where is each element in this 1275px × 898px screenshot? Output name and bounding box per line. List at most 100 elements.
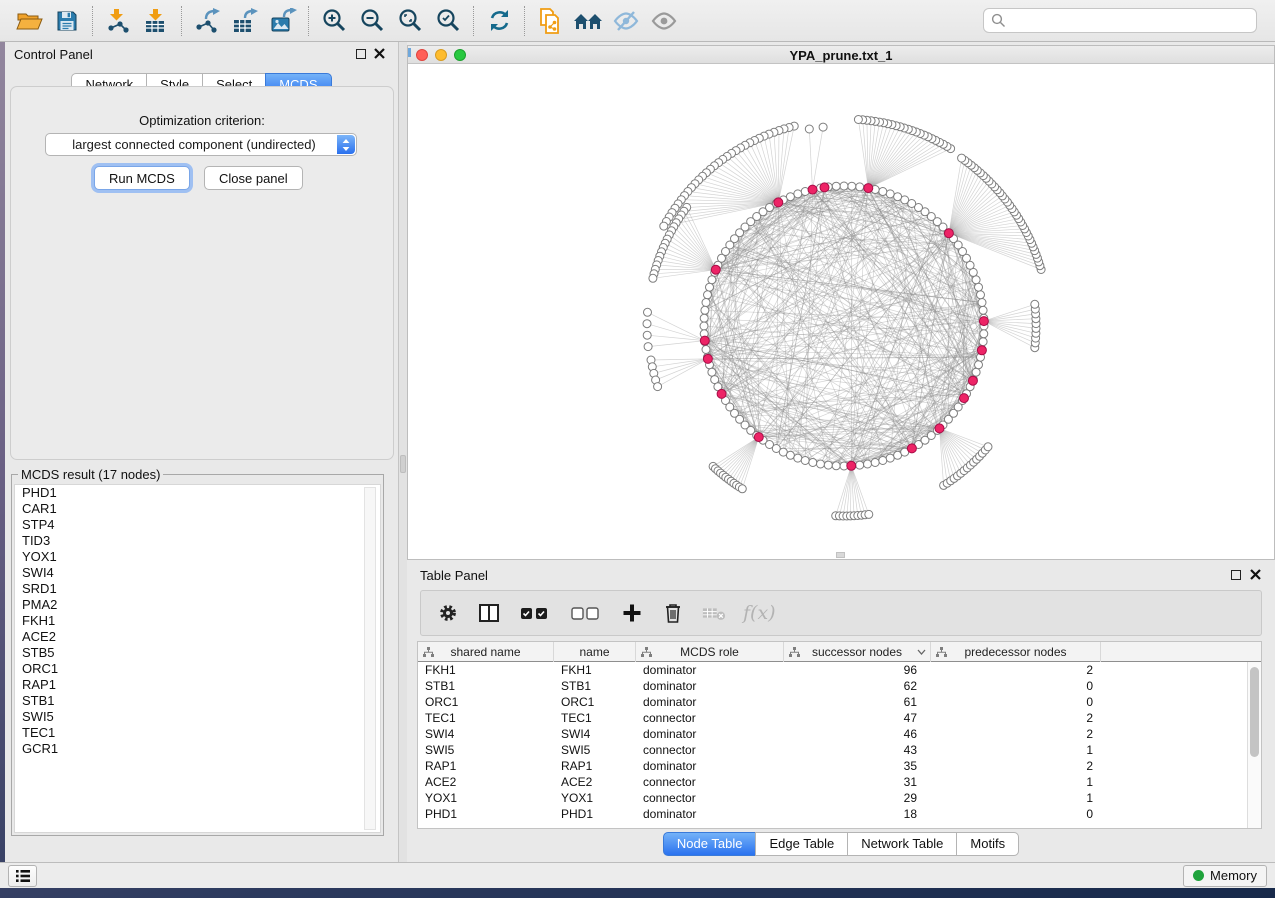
- graph-node[interactable]: [864, 460, 872, 468]
- list-item[interactable]: PHD1: [15, 485, 380, 501]
- cell-mcds-role[interactable]: dominator: [636, 662, 784, 678]
- graph-node[interactable]: [879, 457, 887, 465]
- cell-predecessor-nodes[interactable]: 0: [931, 678, 1101, 694]
- zoom-fit-button[interactable]: [391, 4, 429, 38]
- cell-successor-nodes[interactable]: 61: [784, 694, 931, 710]
- graph-node[interactable]: [654, 383, 662, 391]
- cell-shared-name[interactable]: RAP1: [418, 758, 554, 774]
- table-scrollbar[interactable]: [1247, 662, 1261, 828]
- list-item[interactable]: GCR1: [15, 741, 380, 757]
- network-window-titlebar[interactable]: YPA_prune.txt_1: [408, 46, 1274, 64]
- graph-dominator-node[interactable]: [754, 433, 763, 442]
- table-scrollbar-thumb[interactable]: [1250, 667, 1259, 757]
- graph-node[interactable]: [848, 182, 856, 190]
- graph-node[interactable]: [809, 459, 817, 467]
- graph-node[interactable]: [984, 443, 992, 451]
- graph-dominator-node[interactable]: [935, 424, 944, 433]
- cell-mcds-role[interactable]: connector: [636, 774, 784, 790]
- list-item[interactable]: YOX1: [15, 549, 380, 565]
- mcds-list-scrollbar[interactable]: [364, 487, 376, 830]
- network-graph[interactable]: [408, 64, 1274, 559]
- cell-name[interactable]: RAP1: [554, 758, 636, 774]
- graph-node[interactable]: [978, 299, 986, 307]
- graph-node[interactable]: [819, 123, 827, 131]
- refresh-view-button[interactable]: [480, 4, 518, 38]
- list-item[interactable]: SWI4: [15, 565, 380, 581]
- cell-name[interactable]: ACE2: [554, 774, 636, 790]
- mcds-result-list[interactable]: PHD1CAR1STP4TID3YOX1SWI4SRD1PMA2FKH1ACE2…: [14, 484, 381, 833]
- graph-node[interactable]: [702, 346, 710, 354]
- cell-shared-name[interactable]: SWI4: [418, 726, 554, 742]
- table-row[interactable]: SWI4SWI4dominator462: [418, 726, 1261, 742]
- import-network-button[interactable]: [99, 4, 137, 38]
- table-row[interactable]: SWI5SWI5connector431: [418, 742, 1261, 758]
- graph-dominator-node[interactable]: [907, 444, 916, 453]
- graph-node[interactable]: [977, 291, 985, 299]
- open-file-button[interactable]: [10, 4, 48, 38]
- delete-column-icon[interactable]: [661, 601, 685, 625]
- save-session-button[interactable]: [48, 4, 86, 38]
- graph-node[interactable]: [794, 190, 802, 198]
- graph-node[interactable]: [644, 308, 652, 316]
- close-panel-icon[interactable]: [1249, 568, 1262, 581]
- table-row[interactable]: FKH1FKH1dominator962: [418, 662, 1261, 678]
- graph-dominator-node[interactable]: [703, 354, 712, 363]
- graph-dominator-node[interactable]: [700, 336, 709, 345]
- cell-shared-name[interactable]: ACE2: [418, 774, 554, 790]
- cell-shared-name[interactable]: ORC1: [418, 694, 554, 710]
- tab-motifs[interactable]: Motifs: [956, 832, 1019, 856]
- float-window-icon[interactable]: [1231, 570, 1241, 580]
- export-image-button[interactable]: [264, 4, 302, 38]
- graph-node[interactable]: [643, 320, 651, 328]
- cell-name[interactable]: SWI4: [554, 726, 636, 742]
- tab-node-table[interactable]: Node Table: [663, 832, 757, 856]
- table-row[interactable]: PHD1PHD1dominator180: [418, 806, 1261, 822]
- graph-node[interactable]: [801, 457, 809, 465]
- column-header-shared-name[interactable]: shared name: [418, 642, 554, 662]
- cell-name[interactable]: PHD1: [554, 806, 636, 822]
- graph-node[interactable]: [704, 291, 712, 299]
- cell-successor-nodes[interactable]: 46: [784, 726, 931, 742]
- graph-dominator-node[interactable]: [717, 389, 726, 398]
- hide-selected-button[interactable]: [607, 4, 645, 38]
- list-item[interactable]: RAP1: [15, 677, 380, 693]
- table-row[interactable]: STB1STB1dominator620: [418, 678, 1261, 694]
- column-header-mcds-role[interactable]: MCDS role: [636, 642, 784, 662]
- graph-node[interactable]: [972, 276, 980, 284]
- graph-dominator-node[interactable]: [944, 229, 953, 238]
- graph-node[interactable]: [824, 461, 832, 469]
- graph-node[interactable]: [972, 368, 980, 376]
- cell-predecessor-nodes[interactable]: 2: [931, 710, 1101, 726]
- graph-node[interactable]: [706, 283, 714, 291]
- select-all-columns-icon[interactable]: [518, 601, 552, 625]
- import-table-button[interactable]: [137, 4, 175, 38]
- cell-successor-nodes[interactable]: 96: [784, 662, 931, 678]
- list-item[interactable]: STP4: [15, 517, 380, 533]
- graph-node[interactable]: [644, 343, 652, 351]
- memory-button[interactable]: Memory: [1183, 865, 1267, 887]
- cell-name[interactable]: ORC1: [554, 694, 636, 710]
- list-item[interactable]: SRD1: [15, 581, 380, 597]
- cell-predecessor-nodes[interactable]: 2: [931, 726, 1101, 742]
- cell-successor-nodes[interactable]: 29: [784, 790, 931, 806]
- float-window-icon[interactable]: [356, 49, 366, 59]
- show-all-button[interactable]: [645, 4, 683, 38]
- cell-successor-nodes[interactable]: 43: [784, 742, 931, 758]
- table-row[interactable]: ORC1ORC1dominator610: [418, 694, 1261, 710]
- zoom-out-button[interactable]: [353, 4, 391, 38]
- column-layout-icon[interactable]: [477, 601, 501, 625]
- cell-mcds-role[interactable]: dominator: [636, 678, 784, 694]
- graph-node[interactable]: [958, 154, 966, 162]
- graph-node[interactable]: [856, 183, 864, 191]
- list-item[interactable]: CAR1: [15, 501, 380, 517]
- export-table-button[interactable]: [226, 4, 264, 38]
- cell-shared-name[interactable]: FKH1: [418, 662, 554, 678]
- cell-predecessor-nodes[interactable]: 0: [931, 694, 1101, 710]
- cell-mcds-role[interactable]: dominator: [636, 694, 784, 710]
- cell-predecessor-nodes[interactable]: 1: [931, 742, 1101, 758]
- zoom-selected-button[interactable]: [429, 4, 467, 38]
- cell-mcds-role[interactable]: dominator: [636, 758, 784, 774]
- cell-name[interactable]: YOX1: [554, 790, 636, 806]
- tab-network-table[interactable]: Network Table: [847, 832, 957, 856]
- task-history-button[interactable]: [8, 865, 37, 887]
